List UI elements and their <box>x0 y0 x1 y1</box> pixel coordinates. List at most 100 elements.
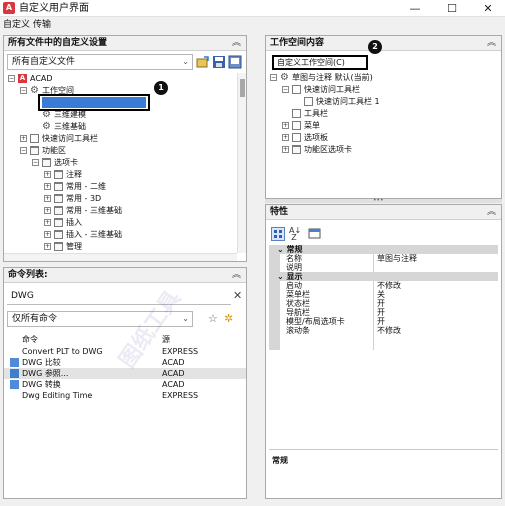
collapse-node-icon[interactable]: − <box>282 86 289 93</box>
tree-node-label: 管理 <box>66 242 82 251</box>
expand-icon[interactable]: + <box>44 171 51 178</box>
collapse-icon[interactable]: ︽ <box>232 269 241 281</box>
command-row[interactable]: DWG 参照... ACAD <box>4 368 246 379</box>
new-command-star-icon[interactable]: ✲ <box>224 312 233 325</box>
property-row[interactable]: 菜单栏 关 <box>269 290 498 299</box>
customization-file-select[interactable]: 所有自定义文件 ⌄ <box>7 54 193 70</box>
panel-splitter[interactable]: ••• <box>265 198 502 204</box>
expand-icon[interactable]: + <box>44 219 51 226</box>
command-name: Dwg Editing Time <box>22 391 93 400</box>
clear-search-icon[interactable]: ✕ <box>233 289 242 302</box>
tree-node-label: 菜单 <box>304 121 320 130</box>
command-row[interactable]: DWG 比较 ACAD <box>4 357 246 368</box>
property-row[interactable]: 滚动条 不修改 <box>269 326 498 335</box>
tree-node-label: 选项卡 <box>54 158 78 167</box>
collapse-icon[interactable]: ︽ <box>487 37 496 49</box>
save-icon[interactable] <box>212 55 226 69</box>
property-category[interactable]: ⌄ 常规 <box>269 245 498 254</box>
workspace-tree: − ⚙ 草图与注释 默认(当前) − 快速访问工具栏 快速访问工具栏 1 工具栏 + 菜单 + 选项… <box>266 72 501 162</box>
sort-alphabetical-icon[interactable]: A↓ Z <box>289 227 301 242</box>
collapse-node-icon[interactable]: − <box>32 159 39 166</box>
command-column-header[interactable]: 命令 <box>22 334 38 345</box>
toolbar-icon <box>292 121 301 130</box>
expand-icon[interactable]: + <box>282 134 289 141</box>
expand-icon[interactable]: + <box>44 231 51 238</box>
chevron-down-icon: ⌄ <box>182 314 189 323</box>
toolbar-icon <box>304 97 313 106</box>
property-key: 模型/布局选项卡 <box>286 317 345 326</box>
find-star-icon[interactable]: ☆ <box>208 312 218 325</box>
command-list-title: 命令列表: <box>8 270 48 280</box>
property-value[interactable]: 不修改 <box>377 281 401 290</box>
property-value[interactable]: 草图与注释 <box>377 254 417 263</box>
command-row[interactable]: Dwg Editing Time EXPRESS <box>4 390 246 401</box>
property-value[interactable]: 不修改 <box>377 326 401 335</box>
scrollbar-thumb[interactable] <box>240 79 245 97</box>
command-name: Convert PLT to DWG <box>22 347 103 356</box>
expand-icon[interactable]: + <box>282 146 289 153</box>
expand-icon[interactable]: + <box>44 207 51 214</box>
close-button[interactable]: ✕ <box>470 0 505 17</box>
workspace-contents-header: 工作空间内容 ︽ <box>266 36 501 51</box>
tree-node-label: 注释 <box>66 170 82 179</box>
command-name: DWG 比较 <box>22 358 61 367</box>
tab-customize[interactable]: 自定义 <box>3 19 30 31</box>
property-row[interactable]: 启动 不修改 <box>269 281 498 290</box>
toolbar-icon <box>292 133 301 142</box>
window-title: 自定义用户界面 <box>19 3 89 14</box>
command-source: ACAD <box>162 369 185 378</box>
maximize-button[interactable]: ☐ <box>434 0 470 17</box>
toolbar-icon <box>292 109 301 118</box>
expand-icon[interactable]: + <box>44 195 51 202</box>
tree-vertical-scrollbar[interactable] <box>237 73 246 253</box>
minimize-button[interactable]: — <box>397 0 433 17</box>
collapse-node-icon[interactable]: − <box>270 74 277 81</box>
open-file-icon[interactable] <box>196 55 210 69</box>
customize-workspace-button[interactable]: 自定义工作空间(C) <box>272 55 368 70</box>
property-row[interactable]: 导航栏 开 <box>269 308 498 317</box>
collapse-icon[interactable]: ︽ <box>232 37 241 49</box>
command-list-column-headers: 命令 源 <box>4 334 246 345</box>
collapse-node-icon[interactable]: − <box>20 147 27 154</box>
folder-icon <box>54 230 63 239</box>
property-row[interactable]: 名称 草图与注释 <box>269 254 498 263</box>
folder-icon <box>54 194 63 203</box>
tab-transfer[interactable]: 传输 <box>33 19 51 31</box>
command-row[interactable]: Convert PLT to DWG EXPRESS <box>4 346 246 357</box>
expand-icon[interactable]: + <box>20 135 27 142</box>
command-search-input[interactable]: DWG <box>7 289 231 305</box>
folder-icon <box>54 170 63 179</box>
tree-node-label: 选项板 <box>304 133 328 142</box>
expand-icon[interactable]: + <box>282 122 289 129</box>
property-value[interactable]: 开 <box>377 299 385 308</box>
source-column-header[interactable]: 源 <box>162 334 170 345</box>
command-row[interactable]: DWG 转换 ACAD <box>4 379 246 390</box>
tree-node-label: 快速访问工具栏 <box>42 134 98 143</box>
preview-icon[interactable] <box>228 55 242 69</box>
property-row[interactable]: 状态栏 开 <box>269 299 498 308</box>
expand-icon[interactable]: + <box>44 243 51 250</box>
property-value[interactable]: 关 <box>377 290 385 299</box>
collapse-node-icon[interactable]: − <box>8 75 15 82</box>
command-filter-select[interactable]: 仅所有命令 ⌄ <box>7 311 193 327</box>
property-value[interactable]: 开 <box>377 308 385 317</box>
property-pages-icon[interactable] <box>308 227 322 241</box>
dwg-command-icon <box>10 380 19 389</box>
collapse-node-icon[interactable]: − <box>20 87 27 94</box>
command-list-panel: 命令列表: ︽ DWG ✕ 仅所有命令 ⌄ ☆ ✲ 命令 源 Convert P… <box>3 267 247 499</box>
chevron-down-icon: ⌄ <box>182 57 189 66</box>
property-row[interactable]: 模型/布局选项卡 开 <box>269 317 498 326</box>
tree-node-label: 三维基础 <box>54 122 86 131</box>
callout-badge-1: 1 <box>154 81 168 95</box>
folder-icon <box>54 206 63 215</box>
command-list-header: 命令列表: ︽ <box>4 268 246 283</box>
expand-icon[interactable]: + <box>44 183 51 190</box>
tree-horizontal-scrollbar[interactable] <box>4 253 237 261</box>
toolbar-icon <box>292 85 301 94</box>
categorized-view-icon[interactable] <box>271 227 285 241</box>
property-value[interactable]: 开 <box>377 317 385 326</box>
property-row[interactable]: 说明 <box>269 263 498 272</box>
property-category[interactable]: ⌄ 显示 <box>269 272 498 281</box>
collapse-icon[interactable]: ︽ <box>487 206 496 218</box>
tree-node-label: 快速访问工具栏 1 <box>316 97 380 106</box>
